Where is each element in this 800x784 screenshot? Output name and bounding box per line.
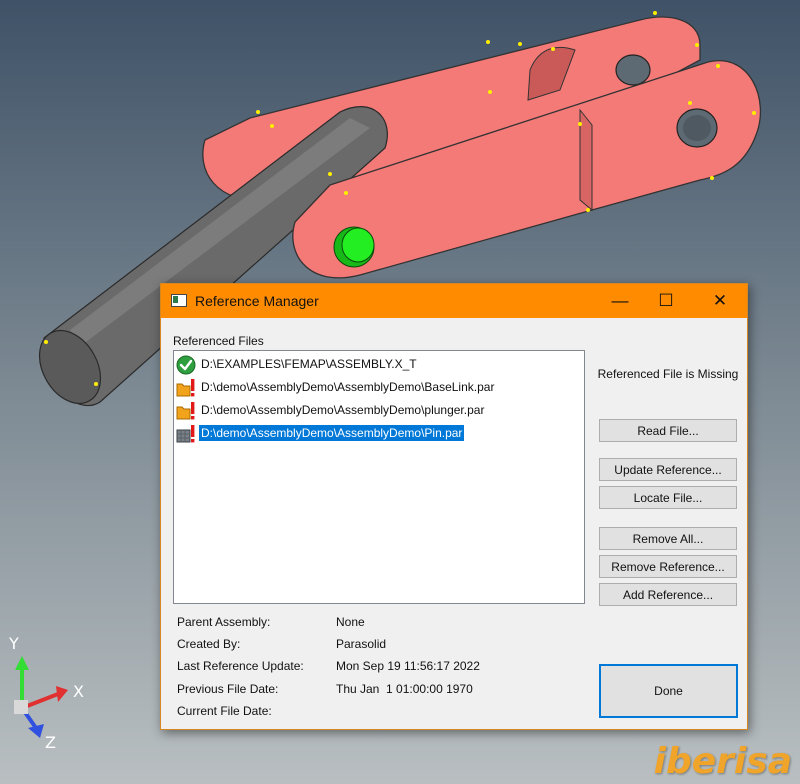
file-path: D:\EXAMPLES\FEMAP\ASSEMBLY.X_T <box>201 357 417 371</box>
parent-assembly-label: Parent Assembly: <box>177 615 271 629</box>
file-row-selected[interactable]: D:\demo\AssemblyDemo\AssemblyDemo\Pin.pa… <box>174 422 574 444</box>
last-reference-update-label: Last Reference Update: <box>177 659 304 673</box>
file-path: D:\demo\AssemblyDemo\AssemblyDemo\plunge… <box>201 403 485 417</box>
x-axis-label: X <box>73 682 84 701</box>
reference-manager-dialog: Reference Manager — ☐ ✕ Referenced Files… <box>160 283 748 730</box>
missing-file-warning-icon <box>176 402 195 420</box>
y-axis-label: Y <box>9 634 19 653</box>
maximize-button[interactable]: ☐ <box>643 284 689 318</box>
referenced-files-label: Referenced Files <box>173 334 264 348</box>
read-file-button[interactable]: Read File... <box>599 419 737 442</box>
front-link-step <box>579 108 593 212</box>
previous-file-date-value: Thu Jan 1 01:00:00 1970 <box>336 682 473 696</box>
file-row[interactable]: D:\demo\AssemblyDemo\AssemblyDemo\plunge… <box>174 399 574 421</box>
add-reference-button[interactable]: Add Reference... <box>599 583 737 606</box>
remove-reference-button[interactable]: Remove Reference... <box>599 555 737 578</box>
front-link-hole-inner <box>683 115 711 141</box>
locate-file-button[interactable]: Locate File... <box>599 486 737 509</box>
file-row[interactable]: D:\EXAMPLES\FEMAP\ASSEMBLY.X_T <box>174 353 574 375</box>
parent-assembly-value: None <box>336 615 365 629</box>
dialog-title: Reference Manager <box>195 293 319 309</box>
missing-part-warning-icon <box>176 425 195 443</box>
created-by-value: Parasolid <box>336 637 387 651</box>
app-icon <box>171 294 187 307</box>
current-file-date-label: Current File Date: <box>177 704 272 718</box>
pin-face <box>341 227 375 263</box>
close-button[interactable]: ✕ <box>697 284 743 318</box>
missing-file-warning-icon <box>176 379 195 397</box>
status-text: Referenced File is Missing <box>597 367 739 381</box>
file-row[interactable]: D:\demo\AssemblyDemo\AssemblyDemo\BaseLi… <box>174 376 574 398</box>
check-ok-icon <box>176 355 196 375</box>
back-link-hole <box>615 54 651 86</box>
referenced-files-list[interactable]: D:\EXAMPLES\FEMAP\ASSEMBLY.X_T D:\demo\A… <box>173 350 585 604</box>
created-by-label: Created By: <box>177 637 241 651</box>
update-reference-button[interactable]: Update Reference... <box>599 458 737 481</box>
done-button[interactable]: Done <box>599 664 738 718</box>
axis-triad <box>14 656 68 738</box>
title-bar[interactable]: Reference Manager — ☐ ✕ <box>161 284 747 318</box>
file-path: D:\demo\AssemblyDemo\AssemblyDemo\Pin.pa… <box>199 425 465 441</box>
z-axis-label: Z <box>45 733 56 752</box>
file-path: D:\demo\AssemblyDemo\AssemblyDemo\BaseLi… <box>201 380 495 394</box>
last-reference-update-value: Mon Sep 19 11:56:17 2022 <box>336 659 480 673</box>
remove-all-button[interactable]: Remove All... <box>599 527 737 550</box>
brand-watermark: iberisa <box>653 741 792 782</box>
minimize-button[interactable]: — <box>597 284 643 318</box>
previous-file-date-label: Previous File Date: <box>177 682 279 696</box>
